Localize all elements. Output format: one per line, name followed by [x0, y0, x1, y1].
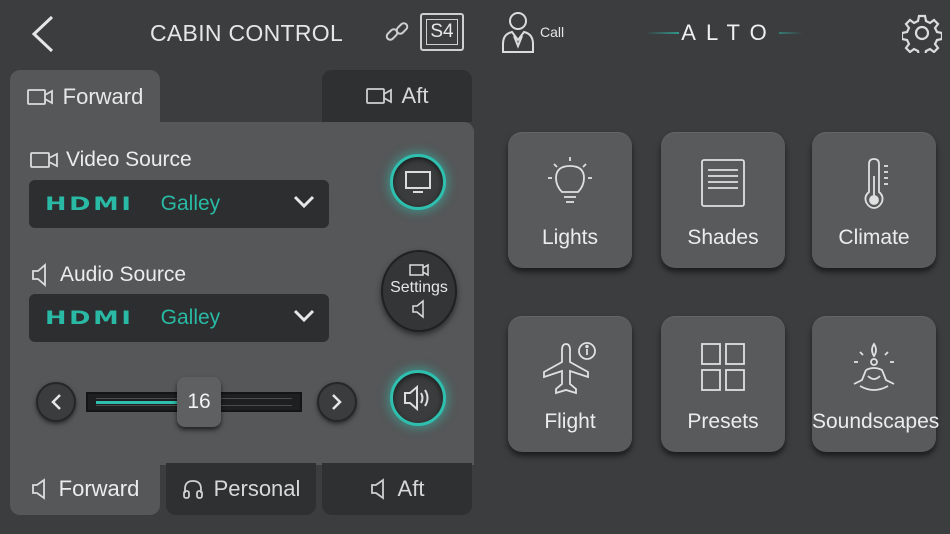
volume-down-button[interactable]: [36, 382, 76, 422]
tile-lights[interactable]: Lights: [508, 132, 632, 268]
settings-gear-button[interactable]: [902, 13, 942, 53]
camera-icon: [409, 263, 429, 277]
chevron-right-icon: [332, 394, 342, 410]
zone-control-panel: Video Source HDMI Galley Audio Source HD…: [10, 122, 474, 465]
page-title: CABIN CONTROL: [150, 20, 344, 46]
logo-text: ALTO: [679, 20, 779, 45]
volume-thumb[interactable]: 16: [177, 377, 221, 427]
tab-label: Aft: [401, 83, 429, 108]
tile-climate[interactable]: Climate: [812, 132, 936, 268]
grid-icon: [701, 343, 745, 391]
gear-icon: [902, 14, 942, 53]
tile-label: Shades: [687, 226, 759, 249]
tab-personal-audio[interactable]: Personal: [166, 463, 316, 515]
volume-fill: [96, 401, 181, 404]
thermometer-icon: [864, 158, 888, 209]
speaker-icon: [412, 299, 424, 319]
back-button[interactable]: [26, 12, 60, 56]
tab-aft-audio[interactable]: Aft: [322, 463, 472, 515]
camera-icon: [30, 152, 58, 168]
volume-up-button[interactable]: [317, 382, 357, 422]
chevron-down-icon: [293, 195, 315, 209]
hdmi-logo: HDMI: [45, 307, 134, 329]
lightbulb-icon: [548, 157, 592, 203]
chevron-left-icon: [31, 15, 54, 53]
tab-aft-video[interactable]: Aft: [322, 70, 472, 122]
tile-label: Climate: [838, 226, 910, 249]
tab-label: Forward: [58, 476, 140, 501]
video-source-dropdown[interactable]: HDMI Galley: [29, 180, 329, 228]
tab-forward-audio[interactable]: Forward: [10, 463, 160, 515]
tile-label: Lights: [541, 226, 599, 249]
hdmi-logo: HDMI: [45, 193, 134, 215]
tile-soundscapes[interactable]: Soundscapes: [812, 316, 940, 452]
speaker-volume-icon: [404, 384, 429, 412]
chevron-down-icon: [293, 309, 315, 323]
shades-icon: [701, 159, 745, 207]
tile-presets[interactable]: Presets: [661, 316, 785, 452]
link-icon: [383, 18, 411, 46]
attendant-icon: [502, 12, 534, 53]
volume-value: 16: [187, 390, 211, 413]
s4-badge[interactable]: S4: [420, 13, 464, 51]
chevron-left-icon: [51, 394, 61, 410]
tile-label: Presets: [687, 410, 759, 433]
settings-label: Settings: [390, 279, 448, 296]
camera-icon: [26, 89, 53, 105]
tile-flight[interactable]: Flight: [508, 316, 632, 452]
audio-source-dropdown[interactable]: HDMI Galley: [29, 294, 329, 342]
display-power-button[interactable]: [390, 154, 446, 210]
tile-label: Flight: [544, 410, 596, 433]
audio-source-heading: Audio Source: [30, 263, 186, 287]
header-bar: CABIN CONTROL S4 Call ALTO: [0, 0, 950, 68]
tab-forward-video[interactable]: Forward: [10, 70, 160, 124]
meditation-icon: [853, 342, 895, 391]
tab-label: Personal: [213, 476, 301, 501]
call-label: Call: [540, 24, 565, 40]
tab-label: Aft: [397, 476, 425, 501]
alto-logo: ALTO: [645, 18, 803, 48]
tile-label: Soundscapes: [812, 410, 940, 433]
speaker-icon: [32, 263, 46, 287]
audio-source-label: Audio Source: [60, 263, 187, 286]
video-source-value: Galley: [160, 192, 221, 215]
av-settings-button[interactable]: Settings: [381, 250, 457, 332]
video-source-label: Video Source: [66, 148, 192, 171]
call-button[interactable]: Call: [500, 10, 564, 54]
speaker-icon: [370, 478, 384, 500]
headphones-icon: [182, 480, 203, 499]
s4-label: S4: [426, 19, 458, 45]
camera-icon: [365, 88, 392, 104]
mute-button[interactable]: [390, 370, 446, 426]
tile-shades[interactable]: Shades: [661, 132, 785, 268]
video-source-heading: Video Source: [30, 148, 192, 172]
airplane-info-icon: [543, 342, 596, 395]
monitor-icon: [405, 171, 431, 193]
audio-source-value: Galley: [160, 306, 221, 329]
speaker-icon: [31, 478, 45, 500]
tab-label: Forward: [62, 84, 144, 109]
